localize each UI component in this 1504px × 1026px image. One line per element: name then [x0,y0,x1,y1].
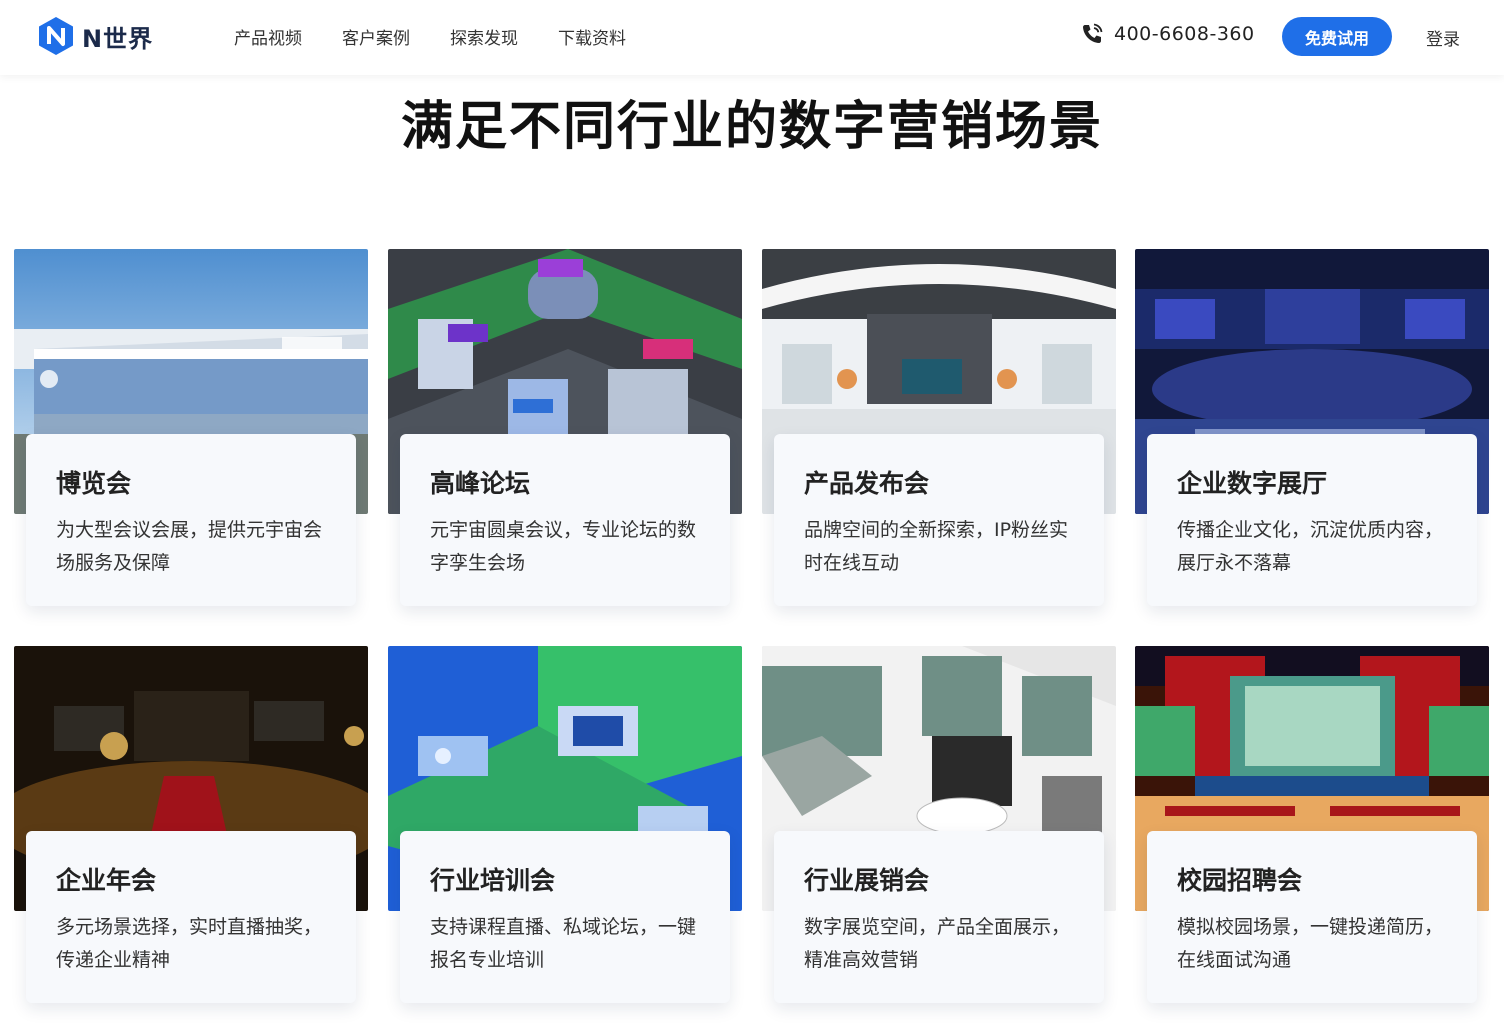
card-content: 行业培训会 支持课程直播、私域论坛，一键报名专业培训 [400,831,730,1003]
card-content: 企业年会 多元场景选择，实时直播抽奖，传递企业精神 [26,831,356,1003]
brand-logo[interactable]: N世界 [38,16,153,56]
card-content: 产品发布会 品牌空间的全新探索，IP粉丝实时在线互动 [774,434,1104,606]
card-description: 模拟校园场景，一键投递简历，在线面试沟通 [1177,916,1444,971]
card-content: 校园招聘会 模拟校园场景，一键投递简历，在线面试沟通 [1147,831,1477,1003]
nav-item-explore[interactable]: 探索发现 [450,24,518,49]
card-title: 企业年会 [56,866,157,895]
phone-number: 400-6608-360 [1114,23,1255,45]
login-link[interactable]: 登录 [1426,25,1460,50]
card-title: 校园招聘会 [1177,866,1303,895]
nav-item-customer-cases[interactable]: 客户案例 [342,24,410,49]
top-header: N世界 产品视频 客户案例 探索发现 下载资料 400-6608-360 免费试… [0,0,1504,75]
phone-icon [1083,23,1103,43]
brand-name: N世界 [82,24,154,53]
scenario-card-annual-meeting[interactable]: 企业年会 多元场景选择，实时直播抽奖，传递企业精神 [14,646,368,1016]
card-description: 多元场景选择，实时直播抽奖，传递企业精神 [56,916,323,971]
card-content: 行业展销会 数字展览空间，产品全面展示，精准高效营销 [774,831,1104,1003]
free-trial-button[interactable]: 免费试用 [1282,17,1392,56]
nav-item-downloads[interactable]: 下载资料 [558,24,626,49]
card-description: 为大型会议会展，提供元宇宙会场服务及保障 [56,519,323,574]
card-description: 支持课程直播、私域论坛，一键报名专业培训 [430,916,697,971]
scenario-card-trade-fair[interactable]: 行业展销会 数字展览空间，产品全面展示，精准高效营销 [762,646,1116,1016]
card-title: 行业展销会 [804,866,930,895]
card-description: 元宇宙圆桌会议，专业论坛的数字孪生会场 [430,519,697,574]
card-content: 高峰论坛 元宇宙圆桌会议，专业论坛的数字孪生会场 [400,434,730,606]
nav-item-product-video[interactable]: 产品视频 [234,24,302,49]
card-description: 数字展览空间，产品全面展示，精准高效营销 [804,916,1071,971]
card-title: 高峰论坛 [430,469,531,498]
card-description: 传播企业文化，沉淀优质内容，展厅永不落幕 [1177,519,1444,574]
scenario-card-showroom[interactable]: 企业数字展厅 传播企业文化，沉淀优质内容，展厅永不落幕 [1135,249,1489,619]
scenario-card-launch[interactable]: 产品发布会 品牌空间的全新探索，IP粉丝实时在线互动 [762,249,1116,619]
page-title: 满足不同行业的数字营销场景 [400,97,1103,157]
main-nav: 产品视频 客户案例 探索发现 下载资料 [234,24,626,49]
scenario-card-expo[interactable]: 博览会 为大型会议会展，提供元宇宙会场服务及保障 [14,249,368,619]
n-logo-icon [39,17,73,55]
scenario-card-training[interactable]: 行业培训会 支持课程直播、私域论坛，一键报名专业培训 [388,646,742,1016]
card-title: 博览会 [56,469,132,498]
card-content: 博览会 为大型会议会展，提供元宇宙会场服务及保障 [26,434,356,606]
phone-contact[interactable]: 400-6608-360 [1080,22,1255,46]
card-content: 企业数字展厅 传播企业文化，沉淀优质内容，展厅永不落幕 [1147,434,1477,606]
card-title: 企业数字展厅 [1177,469,1328,498]
card-title: 产品发布会 [804,469,930,498]
card-title: 行业培训会 [430,866,556,895]
scenario-card-summit[interactable]: 高峰论坛 元宇宙圆桌会议，专业论坛的数字孪生会场 [388,249,742,619]
card-description: 品牌空间的全新探索，IP粉丝实时在线互动 [804,519,1069,574]
scenario-card-campus-recruitment[interactable]: 校园招聘会 模拟校园场景，一键投递简历，在线面试沟通 [1135,646,1489,1016]
